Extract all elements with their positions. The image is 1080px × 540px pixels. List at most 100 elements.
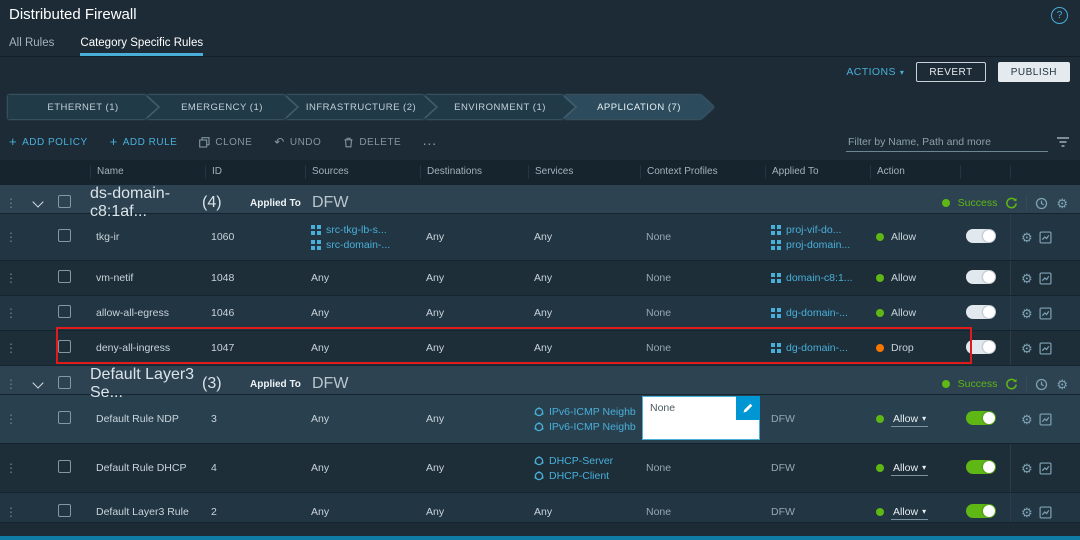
- category-tab-application[interactable]: APPLICATION (7): [564, 95, 714, 119]
- graph-icon[interactable]: [1039, 307, 1052, 320]
- action-dropdown[interactable]: Allow ▾: [891, 461, 928, 476]
- refresh-icon[interactable]: [1005, 378, 1018, 391]
- applied-link[interactable]: proj-domain...: [786, 239, 850, 251]
- gear-icon[interactable]: ⚙: [1021, 272, 1033, 285]
- row-menu-icon[interactable]: ⋮: [0, 505, 22, 519]
- filter-icon[interactable]: [1056, 136, 1070, 148]
- rule-toggle[interactable]: [966, 504, 996, 518]
- edit-pencil-button[interactable]: [736, 396, 760, 420]
- action-dropdown[interactable]: Allow ▾: [891, 505, 928, 520]
- collapse-icon[interactable]: [32, 378, 43, 389]
- help-icon[interactable]: ?: [1051, 7, 1068, 24]
- row-menu-icon[interactable]: ⋮: [0, 412, 22, 426]
- undo-button[interactable]: ↶ UNDO: [274, 137, 321, 148]
- rule-toggle[interactable]: [966, 340, 996, 354]
- category-tab-environment[interactable]: ENVIRONMENT (1): [425, 95, 575, 119]
- rule-row[interactable]: ⋮ allow-all-egress 1046 Any Any Any None…: [0, 296, 1080, 331]
- column-header-applied-to[interactable]: Applied To: [765, 165, 870, 179]
- rule-row[interactable]: ⋮ Default Rule NDP 3 Any Any IPv6-ICMP N…: [0, 395, 1080, 444]
- source-link[interactable]: src-tkg-lb-s...: [326, 224, 387, 236]
- column-header-destinations[interactable]: Destinations: [420, 165, 528, 179]
- publish-button[interactable]: PUBLISH: [998, 62, 1070, 82]
- policy-row[interactable]: ⋮ ds-domain-c8:1af... (4) Applied To DFW…: [0, 185, 1080, 214]
- category-tab-emergency[interactable]: EMERGENCY (1): [147, 95, 297, 119]
- service-link[interactable]: DHCP-Server: [549, 455, 613, 467]
- row-menu-icon[interactable]: ⋮: [0, 341, 22, 355]
- service-link[interactable]: IPv6-ICMP Neighb: [549, 421, 636, 433]
- column-header-action[interactable]: Action: [870, 165, 960, 179]
- row-menu-icon[interactable]: ⋮: [0, 377, 22, 391]
- source-link[interactable]: src-domain-...: [326, 239, 390, 251]
- filter-input[interactable]: [846, 133, 1048, 152]
- applied-to-value[interactable]: DFW: [312, 375, 348, 393]
- row-checkbox[interactable]: [58, 305, 71, 318]
- column-header-name[interactable]: Name: [90, 165, 205, 179]
- delete-button[interactable]: DELETE: [343, 137, 401, 148]
- row-checkbox[interactable]: [58, 340, 71, 353]
- rule-toggle[interactable]: [966, 229, 996, 243]
- row-menu-icon[interactable]: ⋮: [0, 271, 22, 285]
- add-policy-button[interactable]: + ADD POLICY: [9, 137, 88, 148]
- category-tab-infrastructure[interactable]: INFRASTRUCTURE (2): [286, 95, 436, 119]
- graph-icon[interactable]: [1039, 413, 1052, 426]
- clock-icon[interactable]: [1035, 197, 1048, 210]
- tab-category-specific-rules[interactable]: Category Specific Rules: [80, 37, 203, 56]
- applied-link[interactable]: dg-domain-...: [786, 342, 848, 354]
- gear-icon[interactable]: ⚙: [1021, 506, 1033, 519]
- revert-button[interactable]: REVERT: [916, 62, 985, 82]
- gear-icon[interactable]: ⚙: [1021, 413, 1033, 426]
- rule-row[interactable]: ⋮ vm-netif 1048 Any Any Any None domain-…: [0, 261, 1080, 296]
- category-tab-ethernet[interactable]: ETHERNET (1): [8, 95, 158, 119]
- column-header-id[interactable]: ID: [205, 165, 305, 179]
- row-checkbox[interactable]: [58, 195, 71, 208]
- row-checkbox[interactable]: [58, 411, 71, 424]
- add-rule-button[interactable]: + ADD RULE: [110, 137, 178, 148]
- collapse-icon[interactable]: [32, 197, 43, 208]
- rule-row[interactable]: ⋮ tkg-ir 1060 src-tkg-lb-s... src-domain…: [0, 214, 1080, 261]
- rule-toggle[interactable]: [966, 411, 996, 425]
- graph-icon[interactable]: [1039, 506, 1052, 519]
- row-checkbox[interactable]: [58, 376, 71, 389]
- column-header-context-profiles[interactable]: Context Profiles: [640, 165, 765, 179]
- service-link[interactable]: IPv6-ICMP Neighb: [549, 406, 636, 418]
- rule-toggle[interactable]: [966, 305, 996, 319]
- graph-icon[interactable]: [1039, 462, 1052, 475]
- row-menu-icon[interactable]: ⋮: [0, 196, 22, 210]
- row-menu-icon[interactable]: ⋮: [0, 306, 22, 320]
- applied-link[interactable]: proj-vif-do...: [786, 224, 841, 236]
- clock-icon[interactable]: [1035, 378, 1048, 391]
- service-link[interactable]: DHCP-Client: [549, 470, 609, 482]
- rule-toggle[interactable]: [966, 270, 996, 284]
- more-actions-button[interactable]: ...: [423, 137, 437, 148]
- row-checkbox[interactable]: [58, 270, 71, 283]
- graph-icon[interactable]: [1039, 272, 1052, 285]
- action-dropdown[interactable]: Allow ▾: [891, 412, 928, 427]
- gear-icon[interactable]: ⚙: [1021, 231, 1033, 244]
- gear-icon[interactable]: ⚙: [1056, 197, 1068, 210]
- rule-toggle[interactable]: [966, 460, 996, 474]
- actions-dropdown[interactable]: ACTIONS ▾: [846, 66, 904, 78]
- graph-icon[interactable]: [1039, 231, 1052, 244]
- gear-icon[interactable]: ⚙: [1056, 378, 1068, 391]
- gear-icon[interactable]: ⚙: [1021, 342, 1033, 355]
- policy-row[interactable]: ⋮ Default Layer3 Se... (3) Applied To DF…: [0, 366, 1080, 395]
- applied-to-value[interactable]: DFW: [312, 194, 348, 212]
- refresh-icon[interactable]: [1005, 197, 1018, 210]
- gear-icon[interactable]: ⚙: [1021, 307, 1033, 320]
- applied-link[interactable]: domain-c8:1...: [786, 272, 853, 284]
- graph-icon[interactable]: [1039, 342, 1052, 355]
- row-menu-icon[interactable]: ⋮: [0, 230, 22, 244]
- row-checkbox[interactable]: [58, 460, 71, 473]
- row-menu-icon[interactable]: ⋮: [0, 461, 22, 475]
- rule-row[interactable]: ⋮ Default Rule DHCP 4 Any Any DHCP-Serve…: [0, 444, 1080, 493]
- tab-all-rules[interactable]: All Rules: [9, 37, 54, 56]
- rule-row[interactable]: ⋮ deny-all-ingress 1047 Any Any Any None…: [0, 331, 1080, 366]
- column-header-sources[interactable]: Sources: [305, 165, 420, 179]
- clone-button[interactable]: CLONE: [199, 137, 252, 148]
- row-checkbox[interactable]: [58, 229, 71, 242]
- row-checkbox[interactable]: [58, 504, 71, 517]
- sources-cell: Any: [305, 506, 420, 518]
- column-header-services[interactable]: Services: [528, 165, 640, 179]
- gear-icon[interactable]: ⚙: [1021, 462, 1033, 475]
- applied-link[interactable]: dg-domain-...: [786, 307, 848, 319]
